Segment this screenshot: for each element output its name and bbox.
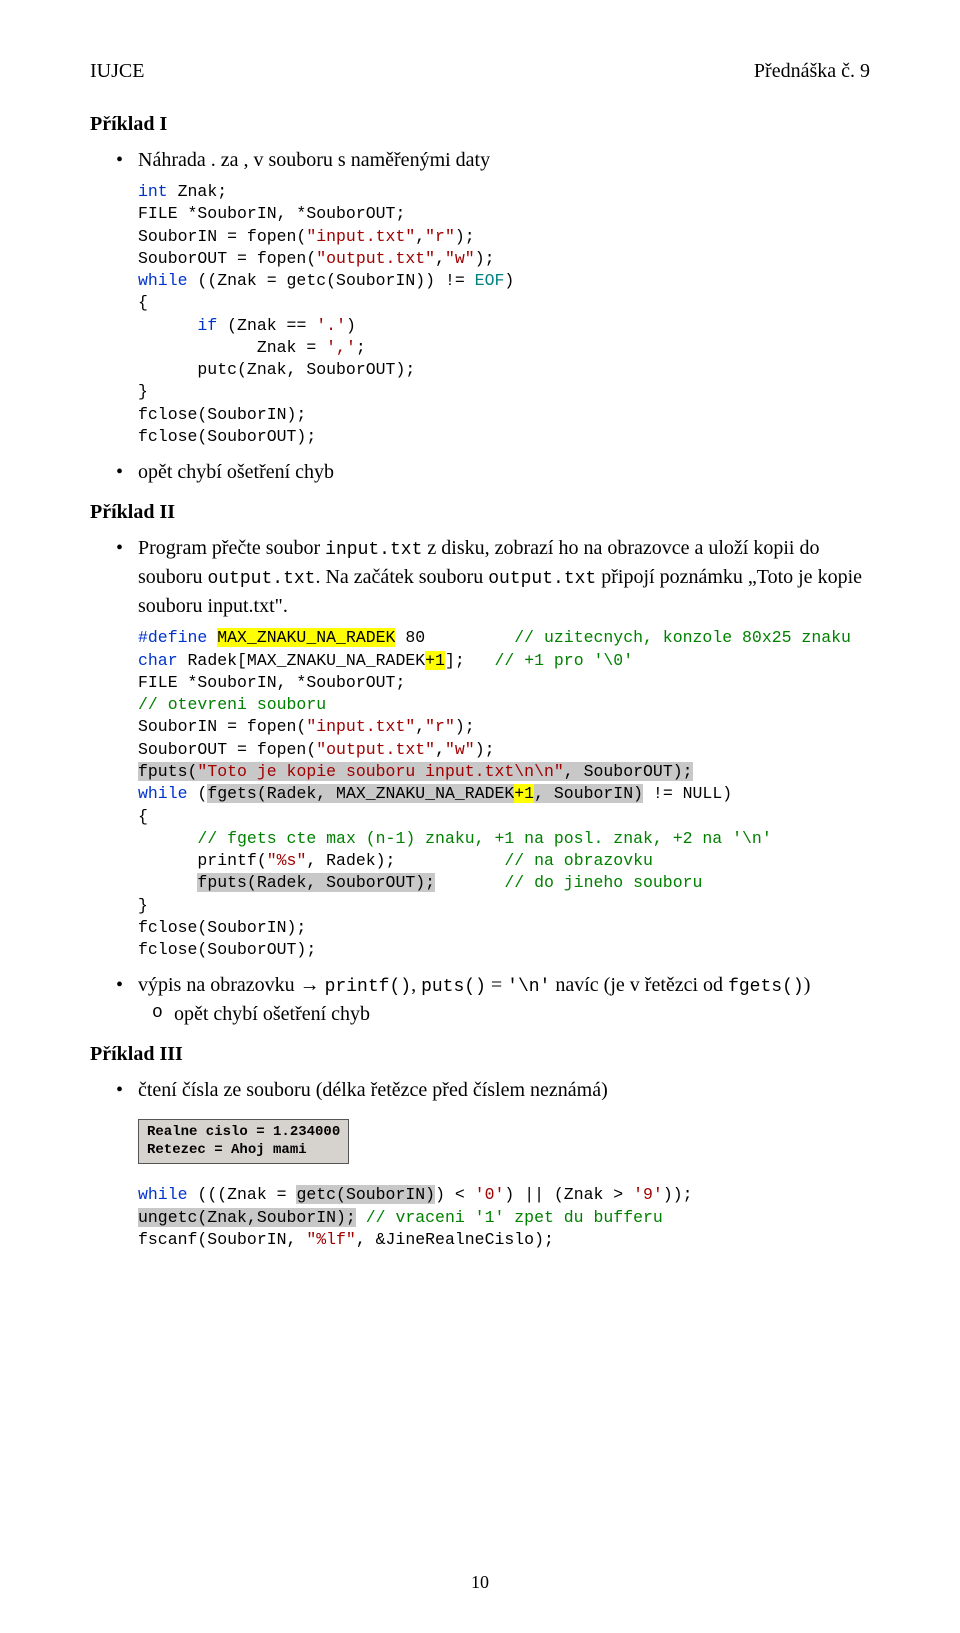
bullet-item: čtení čísla ze souboru (délka řetězce př… — [138, 1076, 870, 1105]
page-header: IUJCE Přednáška č. 9 — [90, 60, 870, 83]
sub-bullet-item: opět chybí ošetření chyb — [174, 1000, 870, 1029]
bullet-item: opět chybí ošetření chyb — [138, 458, 870, 487]
code-block-3: while (((Znak = getc(SouborIN)) < '0') |… — [138, 1184, 870, 1251]
bullet-item: výpis na obrazovku → printf(), puts() = … — [138, 971, 870, 1029]
bullet-item: Náhrada . za , v souboru s naměřenými da… — [138, 146, 870, 175]
code-block-2: #define MAX_ZNAKU_NA_RADEK 80 // uzitecn… — [138, 627, 870, 961]
bullet-list-1b: opět chybí ošetření chyb — [90, 458, 870, 487]
bullet-list-2b: výpis na obrazovku → printf(), puts() = … — [90, 971, 870, 1029]
section-title-2: Příklad II — [90, 501, 870, 524]
page-number: 10 — [0, 1572, 960, 1593]
header-right: Přednáška č. 9 — [754, 60, 870, 83]
section-title-3: Příklad III — [90, 1043, 870, 1066]
console-screenshot: Realne cislo = 1.234000 Retezec = Ahoj m… — [138, 1119, 349, 1164]
section-title-1: Příklad I — [90, 113, 870, 136]
bullet-list-3: čtení čísla ze souboru (délka řetězce př… — [90, 1076, 870, 1105]
bullet-list-2: Program přečte soubor input.txt z disku,… — [90, 534, 870, 621]
sub-bullet-list: opět chybí ošetření chyb — [138, 1000, 870, 1029]
bullet-item: Program přečte soubor input.txt z disku,… — [138, 534, 870, 621]
bullet-list-1: Náhrada . za , v souboru s naměřenými da… — [90, 146, 870, 175]
code-block-1: int Znak; FILE *SouborIN, *SouborOUT; So… — [138, 181, 870, 448]
header-left: IUJCE — [90, 60, 144, 83]
